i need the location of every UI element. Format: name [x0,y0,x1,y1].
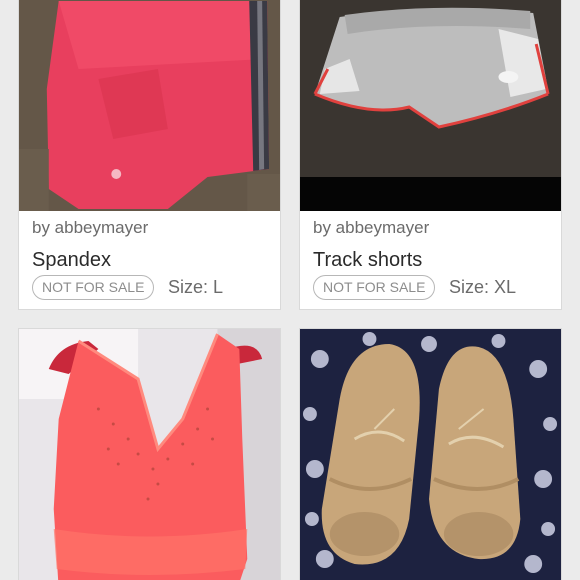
listing-image[interactable] [300,329,561,580]
size-value: L [213,277,224,297]
pink-shorts-icon [19,0,280,211]
author-label[interactable]: by abbeymayer [32,218,148,238]
gray-shorts-icon [300,0,561,211]
size-label: Size: [449,277,490,297]
listing-image[interactable] [19,329,280,580]
listing-card-spandex[interactable]: by abbeymayer Spandex NOT FOR SALE Size:… [18,0,281,310]
listing-card-shoes[interactable] [299,328,562,580]
listing-card-track-shorts[interactable]: by abbeymayer Track shorts NOT FOR SALE … [299,0,562,310]
status-badge: NOT FOR SALE [313,275,436,300]
listing-title[interactable]: Track shorts [313,249,422,272]
author-label[interactable]: by abbeymayer [313,218,429,238]
size-info: Size: L [168,275,223,300]
listing-card-tank-top[interactable] [18,328,281,580]
listing-image[interactable] [300,0,561,211]
size-label: Size: [168,277,209,297]
coral-top-icon [19,329,280,580]
listing-image[interactable] [19,0,280,211]
listing-title[interactable]: Spandex [32,249,111,272]
status-badge: NOT FOR SALE [32,275,155,300]
tan-shoes-icon [300,329,561,580]
size-value: XL [494,277,517,297]
size-info: Size: XL [449,275,516,300]
